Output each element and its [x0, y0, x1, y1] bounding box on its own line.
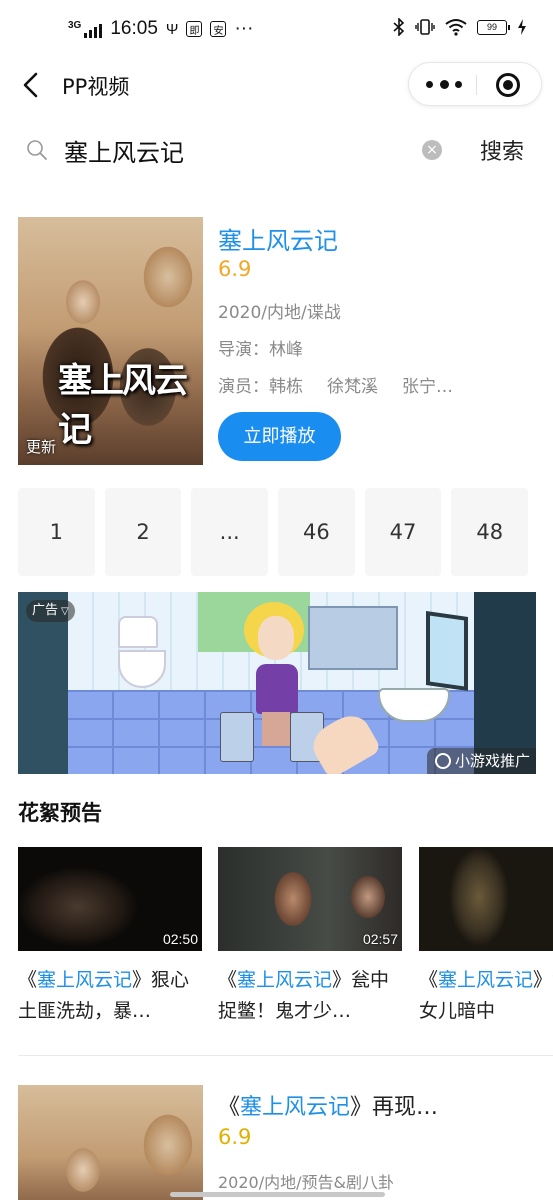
caption-highlight: 塞上风云记 [438, 969, 534, 991]
divider [18, 1055, 553, 1056]
ad-mirror-illustration [426, 611, 468, 691]
notification-security-icon: 安 [210, 21, 227, 37]
caption-bracket: 《 [218, 969, 238, 991]
video-thumbnail[interactable] [419, 847, 553, 951]
result-rating: 6.9 [218, 1125, 252, 1149]
result-meta: 2020/内地/谍战 [218, 303, 341, 323]
status-bar: 3G 16:05 Ψ 即 安 ··· 99 [0, 0, 553, 60]
miniprogram-capsule [408, 62, 542, 106]
close-miniprogram-icon[interactable] [496, 73, 520, 97]
cellular-signal-icon: 3G [68, 20, 103, 38]
result-card[interactable]: 塞上风云记 更新 塞上风云记 6.9 2020/内地/谍战 导演：林峰 演员：韩… [0, 215, 553, 470]
ad-promo-text: 小游戏推广 [454, 752, 530, 770]
video-caption[interactable]: 《塞上风云记》狠心土匪洗劫，暴… [18, 965, 202, 1027]
chevron-down-icon: ▽ [61, 606, 69, 617]
ad-bathtub-illustration [308, 606, 398, 670]
result-card[interactable]: 《塞上风云记》再现… 6.9 2020/内地/预告&剧八卦 [0, 1085, 553, 1200]
wifi-icon [445, 19, 467, 36]
video-thumbnail[interactable]: 02:57 [218, 847, 402, 951]
result-rating: 6.9 [218, 257, 252, 281]
page-title: PP视频 [62, 75, 130, 99]
caption-highlight: 塞上风云记 [237, 969, 333, 991]
result-actors: 演员：韩栋 徐梵溪 张宁… [218, 372, 468, 397]
ad-label-text: 广告 [32, 603, 59, 618]
video-list: 02:50 《塞上风云记》狠心土匪洗劫，暴… 02:57 《塞上风云记》瓮中捉鳖… [18, 847, 553, 1027]
notification-app-icon: 即 [186, 21, 203, 37]
search-bar: × 搜索 [0, 122, 553, 178]
episode-button[interactable]: 1 [18, 488, 95, 576]
video-duration: 02:57 [362, 931, 398, 947]
capsule-divider [476, 75, 477, 95]
ad-banner[interactable]: 广告 ▽ 小游戏推广 [18, 592, 536, 774]
search-input[interactable] [64, 132, 404, 168]
miniprogram-icon [434, 753, 451, 769]
result-title[interactable]: 《塞上风云记》再现… [218, 1089, 438, 1121]
home-indicator[interactable] [170, 1192, 385, 1197]
actor-name: 徐梵溪 [327, 377, 378, 397]
usb-icon: Ψ [165, 20, 179, 38]
episode-button[interactable]: 46 [278, 488, 355, 576]
episode-button[interactable]: 48 [451, 488, 529, 576]
ad-toilet-illustration [118, 616, 166, 706]
poster-image[interactable]: 塞上风云记 更新 [18, 217, 203, 465]
video-item[interactable]: 02:50 《塞上风云记》狠心土匪洗劫，暴… [18, 847, 202, 1027]
title-text: 》再现… [350, 1095, 439, 1120]
section-title: 花絮预告 [18, 801, 102, 825]
result-title[interactable]: 塞上风云记 [218, 221, 338, 256]
search-icon [27, 140, 47, 160]
actors-label: 演员： [218, 377, 269, 397]
vibrate-icon [415, 19, 435, 35]
result-director: 导演：林峰 [218, 340, 303, 360]
caption-bracket: 《 [218, 1095, 241, 1120]
poster-title: 塞上风云记 [58, 361, 188, 450]
caption-bracket: 《 [419, 969, 439, 991]
video-caption[interactable]: 《塞上风云记》世年女儿暗中 [419, 965, 553, 1027]
clear-search-icon[interactable]: × [422, 140, 442, 160]
caption-bracket: 《 [18, 969, 38, 991]
play-now-button[interactable]: 立即播放 [218, 412, 341, 461]
video-item[interactable]: 02:57 《塞上风云记》瓮中捉鳖！鬼才少… [218, 847, 402, 1027]
episode-more-button[interactable]: ... [191, 488, 269, 576]
video-item[interactable]: 《塞上风云记》世年女儿暗中 [419, 847, 553, 1027]
bluetooth-icon [393, 18, 405, 36]
ad-promo-badge: 小游戏推广 [426, 748, 536, 774]
nav-bar: PP视频 [0, 60, 553, 110]
actor-name: 张宁… [402, 377, 453, 397]
video-thumbnail[interactable]: 02:50 [18, 847, 202, 951]
episode-pagination: 1 2 ... 46 47 48 [18, 488, 529, 576]
result-meta: 2020/内地/预告&剧八卦 [218, 1173, 394, 1192]
ad-label[interactable]: 广告 ▽ [26, 600, 75, 622]
episode-button[interactable]: 47 [364, 488, 442, 576]
search-button[interactable]: 搜索 [480, 134, 524, 166]
status-time: 16:05 [110, 18, 158, 39]
charging-icon [518, 19, 526, 35]
more-menu-icon[interactable] [426, 73, 462, 95]
video-caption[interactable]: 《塞上风云记》瓮中捉鳖！鬼才少… [218, 965, 402, 1027]
caption-highlight: 塞上风云记 [37, 969, 133, 991]
episode-button[interactable]: 2 [104, 488, 182, 576]
poster-update-badge: 更新 [26, 438, 57, 456]
poster-image[interactable] [18, 1085, 203, 1200]
video-duration: 02:50 [162, 931, 198, 947]
more-notifications-icon: ··· [234, 18, 254, 39]
network-type: 3G [68, 20, 82, 31]
ad-item-card [220, 712, 254, 762]
battery-level: 99 [486, 22, 497, 32]
back-arrow-icon[interactable] [18, 70, 46, 100]
actor-name: 韩栋 [269, 377, 303, 397]
title-highlight: 塞上风云记 [240, 1095, 351, 1120]
battery-icon: 99 [477, 19, 510, 35]
